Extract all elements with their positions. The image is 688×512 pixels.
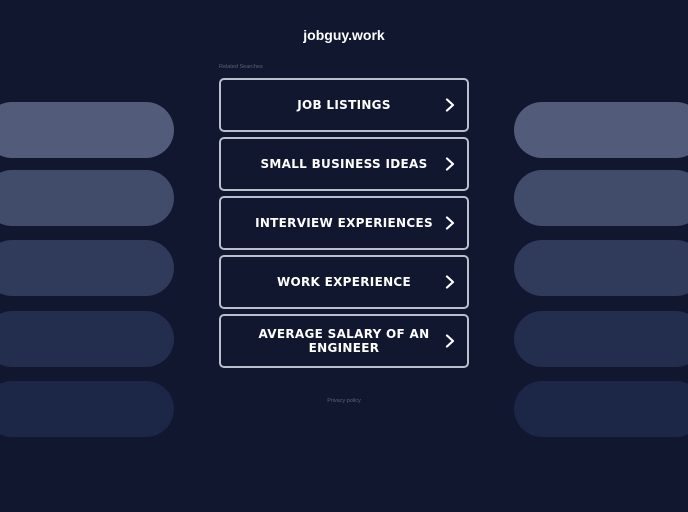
decorative-pill-left-1 — [0, 102, 174, 158]
related-search-link[interactable]: AVERAGE SALARY OF AN ENGINEER — [219, 314, 469, 368]
decorative-pill-left-2 — [0, 170, 174, 226]
decorative-pill-left-3 — [0, 240, 174, 296]
related-search-link[interactable]: JOB LISTINGS — [219, 78, 469, 132]
decorative-pill-right-1 — [514, 102, 688, 158]
chevron-right-icon — [445, 98, 455, 112]
related-search-label: JOB LISTINGS — [297, 98, 391, 112]
related-search-link[interactable]: SMALL BUSINESS IDEAS — [219, 137, 469, 191]
related-search-label: WORK EXPERIENCE — [276, 275, 412, 289]
chevron-right-icon — [445, 334, 455, 348]
site-title: jobguy.work — [303, 27, 385, 43]
related-search-link[interactable]: INTERVIEW EXPERIENCES — [219, 196, 469, 250]
chevron-right-icon — [445, 216, 455, 230]
related-search-label: INTERVIEW EXPERIENCES — [255, 216, 433, 230]
decorative-pill-right-5 — [514, 381, 688, 437]
decorative-pill-left-5 — [0, 381, 174, 437]
related-search-label: AVERAGE SALARY OF AN ENGINEER — [258, 327, 430, 355]
chevron-right-icon — [445, 275, 455, 289]
related-search-label: SMALL BUSINESS IDEAS — [260, 157, 428, 171]
decorative-pill-right-4 — [514, 311, 688, 367]
decorative-pill-right-3 — [514, 240, 688, 296]
decorative-pill-right-2 — [514, 170, 688, 226]
chevron-right-icon — [445, 157, 455, 171]
related-searches-label: Related Searches — [219, 64, 263, 70]
related-search-link[interactable]: WORK EXPERIENCE — [219, 255, 469, 309]
decorative-pill-left-4 — [0, 311, 174, 367]
privacy-policy-link[interactable]: Privacy policy — [0, 397, 688, 405]
